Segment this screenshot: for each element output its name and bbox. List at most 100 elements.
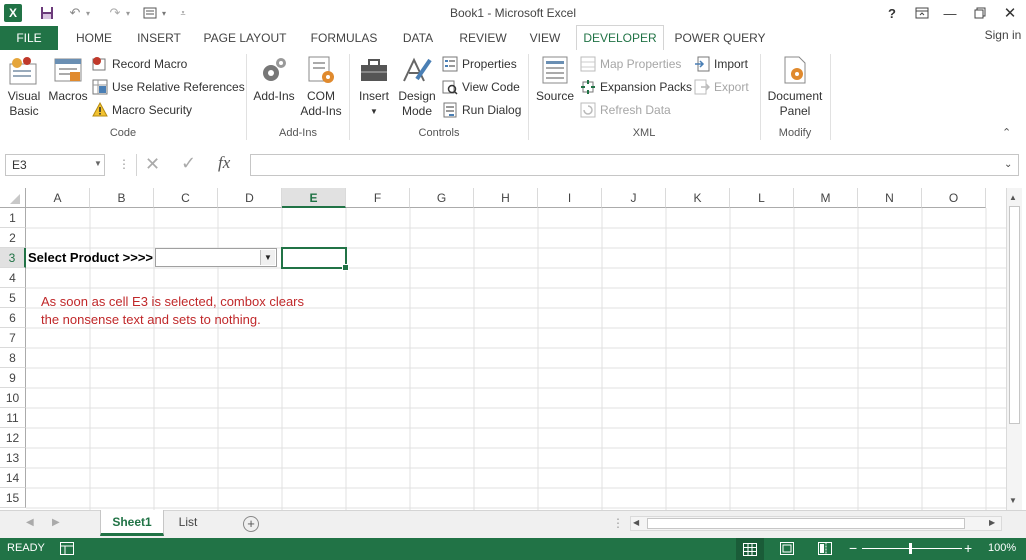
row-header-3[interactable]: 3 — [0, 248, 26, 268]
zoom-slider[interactable] — [862, 543, 962, 554]
macro-security-button[interactable]: Macro Security — [92, 100, 192, 120]
row-header-6[interactable]: 6 — [0, 308, 26, 328]
insert-function-icon[interactable]: fx — [218, 153, 230, 173]
com-add-ins-button[interactable]: COM Add-Ins — [298, 54, 344, 119]
scroll-down-icon[interactable]: ▼ — [1009, 496, 1017, 505]
row-header-14[interactable]: 14 — [0, 468, 26, 488]
new-sheet-button[interactable]: + — [243, 516, 259, 532]
column-header-m[interactable]: M — [794, 188, 858, 208]
column-header-a[interactable]: A — [26, 188, 90, 208]
scroll-up-icon[interactable]: ▲ — [1009, 193, 1017, 202]
visual-basic-button[interactable]: Visual Basic — [4, 54, 44, 119]
select-all-corner[interactable] — [0, 188, 26, 208]
tab-split-grip-icon[interactable]: ⋮ — [612, 516, 624, 530]
sheet-tab-sheet1[interactable]: Sheet1 — [100, 510, 164, 536]
sheet-scroll-right-icon[interactable]: ▶ — [52, 517, 60, 528]
sign-in-link[interactable]: Sign in — [980, 23, 1026, 47]
combobox-dropdown-button[interactable]: ▼ — [260, 250, 275, 265]
properties-button[interactable]: Properties — [442, 54, 517, 74]
tab-file[interactable]: FILE — [0, 26, 58, 50]
tab-view[interactable]: VIEW — [522, 26, 568, 50]
tab-developer[interactable]: DEVELOPER — [576, 25, 664, 51]
minimize-icon[interactable]: — — [936, 3, 964, 23]
tab-insert[interactable]: INSERT — [130, 26, 188, 50]
column-header-o[interactable]: O — [922, 188, 986, 208]
tab-data[interactable]: DATA — [394, 26, 442, 50]
formula-input[interactable] — [250, 154, 1019, 176]
design-mode-button[interactable]: Design Mode — [396, 54, 438, 119]
use-relative-references-button[interactable]: Use Relative References — [92, 77, 245, 97]
column-header-k[interactable]: K — [666, 188, 730, 208]
insert-control-button[interactable]: Insert ▼ — [354, 54, 394, 119]
row-header-11[interactable]: 11 — [0, 408, 26, 428]
sheet-tab-list[interactable]: List — [168, 515, 208, 529]
column-header-n[interactable]: N — [858, 188, 922, 208]
row-header-1[interactable]: 1 — [0, 208, 26, 228]
tab-power-query[interactable]: POWER QUERY — [670, 26, 770, 50]
expansion-packs-button[interactable]: Expansion Packs — [580, 77, 692, 97]
vertical-scroll-thumb[interactable] — [1009, 206, 1020, 424]
horizontal-scroll-thumb[interactable] — [647, 518, 965, 529]
tab-home[interactable]: HOME — [66, 26, 122, 50]
formula-bar-grip-icon[interactable]: ⋮ — [118, 157, 130, 171]
zoom-out-button[interactable]: − — [849, 540, 857, 556]
row-header-10[interactable]: 10 — [0, 388, 26, 408]
row-header-7[interactable]: 7 — [0, 328, 26, 348]
row-header-4[interactable]: 4 — [0, 268, 26, 288]
selected-cell-e3[interactable] — [281, 247, 349, 271]
product-combobox[interactable]: ▼ — [155, 248, 277, 267]
row-header-12[interactable]: 12 — [0, 428, 26, 448]
scroll-left-icon[interactable]: ◀ — [633, 518, 639, 527]
name-box[interactable]: E3 ▼ — [5, 154, 105, 176]
worksheet-grid[interactable] — [0, 188, 1026, 510]
column-header-j[interactable]: J — [602, 188, 666, 208]
collapse-ribbon-icon[interactable]: ⌃ — [1002, 126, 1016, 140]
zoom-slider-thumb[interactable] — [909, 543, 912, 554]
zoom-in-button[interactable]: + — [964, 540, 972, 556]
macro-recording-icon[interactable] — [60, 542, 74, 558]
scroll-right-icon[interactable]: ▶ — [989, 518, 995, 527]
page-break-preview-icon[interactable] — [818, 542, 832, 558]
map-properties-button[interactable]: Map Properties — [580, 54, 681, 74]
restore-icon[interactable] — [966, 3, 994, 23]
name-box-dropdown-icon[interactable]: ▼ — [94, 159, 102, 168]
tab-review[interactable]: REVIEW — [452, 26, 514, 50]
record-macro-button[interactable]: Record Macro — [92, 54, 187, 74]
horizontal-scrollbar[interactable]: ◀ ▶ — [630, 516, 1002, 531]
xml-source-button[interactable]: Source — [534, 54, 576, 104]
column-header-g[interactable]: G — [410, 188, 474, 208]
row-header-15[interactable]: 15 — [0, 488, 26, 508]
tab-page-layout[interactable]: PAGE LAYOUT — [196, 26, 294, 50]
document-panel-button[interactable]: Document Panel — [764, 54, 826, 119]
macros-button[interactable]: Macros — [46, 54, 90, 104]
row-header-2[interactable]: 2 — [0, 228, 26, 248]
export-button[interactable]: Export — [694, 77, 749, 97]
column-header-h[interactable]: H — [474, 188, 538, 208]
column-header-d[interactable]: D — [218, 188, 282, 208]
fill-handle[interactable] — [342, 264, 349, 271]
row-header-8[interactable]: 8 — [0, 348, 26, 368]
normal-view-icon[interactable] — [736, 538, 764, 560]
enter-icon[interactable]: ✓ — [181, 153, 196, 174]
zoom-level[interactable]: 100% — [988, 542, 1016, 554]
view-code-button[interactable]: View Code — [442, 77, 520, 97]
column-header-e[interactable]: E — [282, 188, 346, 208]
import-button[interactable]: Import — [694, 54, 748, 74]
row-header-5[interactable]: 5 — [0, 288, 26, 308]
column-header-b[interactable]: B — [90, 188, 154, 208]
expand-formula-bar-icon[interactable]: ⌄ — [1004, 159, 1012, 170]
help-button[interactable]: ? — [878, 3, 906, 23]
column-header-i[interactable]: I — [538, 188, 602, 208]
close-icon[interactable]: ✕ — [996, 3, 1024, 23]
column-header-f[interactable]: F — [346, 188, 410, 208]
cell-a3[interactable]: Select Product >>>> — [28, 250, 153, 265]
column-header-c[interactable]: C — [154, 188, 218, 208]
row-header-9[interactable]: 9 — [0, 368, 26, 388]
page-layout-view-icon[interactable] — [780, 542, 794, 558]
vertical-scrollbar[interactable]: ▲ ▼ — [1006, 188, 1022, 510]
run-dialog-button[interactable]: Run Dialog — [442, 100, 521, 120]
ribbon-display-options-icon[interactable] — [908, 3, 936, 23]
add-ins-button[interactable]: Add-Ins — [250, 54, 298, 104]
tab-formulas[interactable]: FORMULAS — [302, 26, 386, 50]
refresh-data-button[interactable]: Refresh Data — [580, 100, 671, 120]
